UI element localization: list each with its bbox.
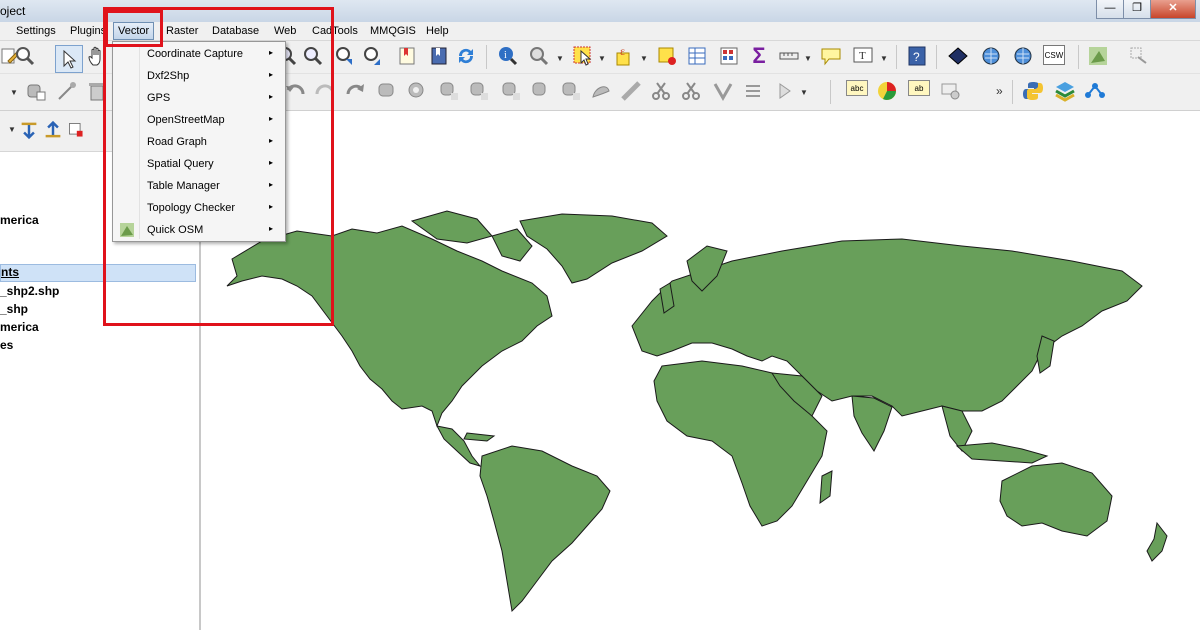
remove-layer-icon[interactable] [67, 121, 85, 139]
digitize-icon[interactable] [1128, 45, 1150, 67]
toolbar-separator [1078, 45, 1079, 69]
csw-icon[interactable]: CSW [1043, 45, 1065, 65]
rotate-point-icon[interactable] [742, 80, 764, 102]
merge-icon[interactable] [712, 80, 734, 102]
reshape-icon[interactable] [560, 80, 582, 102]
zoom-select-icon[interactable] [528, 45, 550, 67]
fill-ring-icon[interactable] [468, 80, 490, 102]
toolbar-separator [936, 45, 937, 69]
zoom-last-icon[interactable] [334, 45, 356, 67]
toolbar-separator [1012, 80, 1013, 104]
layer-item[interactable]: merica [0, 213, 39, 227]
caribbean-landmass [463, 432, 496, 442]
layer-diamond-icon[interactable] [947, 45, 969, 67]
offset-curve-icon[interactable] [590, 80, 612, 102]
world-map [226, 210, 1168, 613]
toolbar-separator [486, 45, 487, 69]
window-controls: — ❐ ✕ [1096, 0, 1196, 19]
text-annotation-icon[interactable]: T [852, 45, 874, 67]
south-america-landmass [479, 445, 611, 613]
simplify-icon[interactable] [376, 80, 398, 102]
toolbar-separator [830, 80, 831, 104]
network-icon[interactable] [1084, 80, 1106, 102]
move-label-icon[interactable] [940, 80, 962, 102]
label-abc-icon[interactable]: abc [846, 80, 868, 96]
australia-landmass [999, 462, 1113, 537]
pin-labels-icon[interactable] [774, 80, 796, 102]
layer-item[interactable]: es [0, 338, 13, 352]
pie-diagram-icon[interactable] [876, 80, 898, 102]
menu-help[interactable]: Help [426, 25, 449, 37]
expand-all-icon[interactable] [20, 121, 38, 140]
measure-icon[interactable] [778, 45, 800, 67]
scissors-icon[interactable] [680, 80, 702, 102]
refresh-icon[interactable] [455, 45, 477, 67]
central-america-landmass [436, 425, 482, 467]
svg-text:?: ? [913, 50, 920, 64]
delete-ring-icon[interactable] [500, 80, 522, 102]
greenland-landmass [519, 213, 668, 284]
pointer-icon[interactable] [55, 45, 83, 73]
chevron-down-icon[interactable]: ▼ [800, 88, 808, 97]
add-wfs-icon[interactable] [1012, 45, 1034, 67]
new-zealand-landmass [1146, 521, 1168, 562]
chevron-down-icon[interactable]: ▼ [880, 54, 888, 63]
split-parts-icon[interactable] [620, 80, 642, 102]
india-landmass [851, 395, 893, 452]
redo-icon[interactable] [344, 80, 366, 102]
show-bookmarks-icon[interactable] [428, 45, 450, 67]
add-feature-icon[interactable] [25, 80, 47, 102]
close-button[interactable]: ✕ [1150, 0, 1196, 19]
select-expression-icon[interactable]: ε [614, 45, 636, 67]
add-part-icon[interactable] [438, 80, 460, 102]
statistics-icon[interactable]: Σ [748, 43, 770, 68]
attribute-table-icon[interactable] [686, 45, 708, 67]
map-canvas[interactable] [202, 111, 1200, 630]
select-features-icon[interactable] [572, 45, 594, 67]
layers-stack-icon[interactable] [1054, 80, 1076, 102]
delete-part-icon[interactable] [530, 80, 552, 102]
menu-mmqgis[interactable]: MMQGIS [370, 25, 416, 37]
madagascar-landmass [819, 470, 833, 505]
label-ab-icon[interactable]: ab [908, 80, 930, 96]
deselect-icon[interactable] [656, 45, 678, 67]
collapse-all-icon[interactable] [44, 120, 62, 139]
chevron-down-icon[interactable]: ▼ [598, 54, 606, 63]
add-ring-icon[interactable] [406, 80, 428, 102]
zoom-next-icon[interactable] [362, 45, 384, 67]
zoom-layer-icon[interactable] [14, 45, 36, 67]
toolbar-overflow-icon[interactable]: » [996, 84, 1003, 98]
new-bookmark-icon[interactable] [396, 45, 418, 67]
minimize-button[interactable]: — [1096, 0, 1124, 19]
map-tips-icon[interactable] [820, 45, 842, 67]
layer-item[interactable]: _shp [0, 302, 28, 316]
chevron-down-icon[interactable]: ▼ [804, 54, 812, 63]
layer-item[interactable]: _shp2.shp [0, 284, 59, 298]
window-title: oject [0, 4, 26, 18]
svg-text:ε: ε [620, 45, 625, 58]
chevron-down-icon[interactable]: ▼ [640, 54, 648, 63]
indonesia-landmass [955, 442, 1049, 464]
highlight-box-menu-area [103, 7, 334, 326]
node-tool-icon[interactable] [56, 80, 78, 102]
quick-osm-toolbar-icon[interactable] [1087, 45, 1109, 67]
identify-icon[interactable]: i [497, 45, 519, 67]
menu-plugins[interactable]: Plugins [70, 25, 106, 37]
chevron-down-icon[interactable]: ▼ [8, 125, 16, 134]
layer-item[interactable]: merica [0, 320, 39, 334]
maximize-button[interactable]: ❐ [1123, 0, 1151, 19]
svg-text:i: i [504, 50, 507, 61]
toolbar-separator [896, 45, 897, 69]
help-icon[interactable]: ? [906, 45, 928, 67]
chevron-down-icon[interactable]: ▼ [10, 88, 18, 97]
chevron-down-icon[interactable]: ▼ [556, 54, 564, 63]
python-console-icon[interactable] [1022, 80, 1044, 102]
split-features-icon[interactable] [650, 80, 672, 102]
add-wms-icon[interactable] [980, 45, 1002, 67]
field-calculator-icon[interactable] [718, 45, 740, 67]
menu-settings[interactable]: Settings [16, 25, 56, 37]
southeast-asia-landmass [941, 405, 973, 452]
svg-text:T: T [859, 50, 866, 62]
